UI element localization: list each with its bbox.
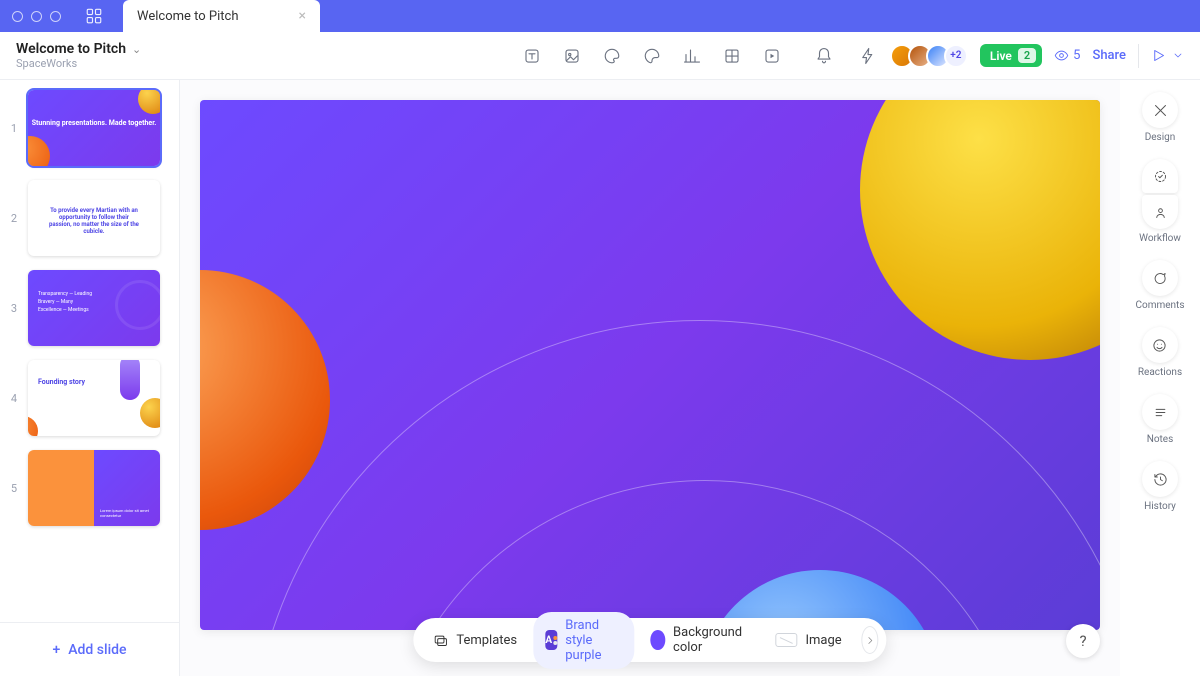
slide-number: 4 — [8, 392, 20, 405]
notes-label: Notes — [1147, 434, 1174, 445]
window-close-icon[interactable] — [12, 11, 23, 22]
traffic-lights — [12, 11, 61, 22]
notes-button[interactable] — [1142, 394, 1178, 430]
slide-row: 2 To provide every Martian with an oppor… — [8, 180, 171, 256]
background-color-button[interactable]: Background color — [638, 619, 759, 661]
design-button[interactable] — [1142, 92, 1178, 128]
share-button[interactable]: Share — [1092, 48, 1126, 63]
color-swatch-icon — [650, 630, 665, 650]
doc-title-block[interactable]: Welcome to Pitch ⌄ SpaceWorks — [16, 41, 141, 70]
orange-sphere — [200, 270, 330, 530]
right-panel: Design Workflow Comments Reactions Notes… — [1120, 80, 1200, 676]
views-count[interactable]: 5 — [1054, 48, 1080, 63]
shape-tool-button[interactable] — [596, 40, 628, 72]
image-button[interactable]: Image — [763, 627, 853, 654]
image-tool-button[interactable] — [556, 40, 588, 72]
slide-title: To provide every Martian with an opportu… — [48, 207, 140, 235]
tab-close-icon[interactable]: × — [298, 8, 305, 24]
window-maximize-icon[interactable] — [50, 11, 61, 22]
slide-canvas[interactable] — [200, 100, 1100, 630]
avatar-more: +2 — [944, 44, 968, 68]
doc-title: Welcome to Pitch — [16, 41, 126, 57]
live-label: Live — [990, 49, 1012, 63]
reactions-button[interactable] — [1142, 327, 1178, 363]
workflow-status-button[interactable] — [1142, 159, 1178, 193]
collaborator-avatars[interactable]: +2 — [896, 44, 968, 68]
plus-icon: + — [52, 642, 60, 658]
table-tool-button[interactable] — [716, 40, 748, 72]
insert-tools — [516, 40, 788, 72]
workspace-name: SpaceWorks — [16, 57, 141, 70]
floating-toolbar: Templates A Brand style purple Backgroun… — [413, 618, 886, 662]
document-tab[interactable]: Welcome to Pitch × — [123, 0, 320, 32]
design-label: Design — [1145, 132, 1176, 143]
window-minimize-icon[interactable] — [31, 11, 42, 22]
live-badge[interactable]: Live 2 — [980, 44, 1042, 67]
slide-thumbnail[interactable]: Transparency — Leading Bravery — Many Ex… — [28, 270, 160, 346]
templates-button[interactable]: Templates — [421, 627, 529, 654]
slide-number: 5 — [8, 482, 20, 495]
divider — [1138, 44, 1139, 68]
slide-thumbnail[interactable]: Stunning presentations. Made together. — [28, 90, 160, 166]
slide-number: 1 — [8, 122, 20, 135]
slide-thumbnail[interactable]: Lorem ipsum dolor sit amet consectetur — [28, 450, 160, 526]
add-slide-label: Add slide — [68, 642, 126, 658]
present-button[interactable] — [1151, 48, 1184, 63]
embed-tool-button[interactable] — [756, 40, 788, 72]
text-tool-button[interactable] — [516, 40, 548, 72]
comments-label: Comments — [1135, 300, 1184, 311]
templates-label: Templates — [456, 633, 517, 648]
help-button[interactable]: ? — [1066, 624, 1100, 658]
reactions-label: Reactions — [1138, 367, 1182, 378]
history-button[interactable] — [1142, 461, 1178, 497]
image-icon — [775, 633, 797, 647]
slide-row: 3 Transparency — Leading Bravery — Many … — [8, 270, 171, 346]
tab-title: Welcome to Pitch — [137, 9, 238, 24]
slide-number: 2 — [8, 212, 20, 225]
brand-style-button[interactable]: A Brand style purple — [533, 612, 634, 669]
live-count: 2 — [1018, 48, 1036, 63]
slide-thumbnail[interactable]: To provide every Martian with an opportu… — [28, 180, 160, 256]
canvas-area: Templates A Brand style purple Backgroun… — [180, 80, 1120, 676]
comments-button[interactable] — [1142, 260, 1178, 296]
notifications-button[interactable] — [808, 40, 840, 72]
slide-row: 1 Stunning presentations. Made together. — [8, 90, 171, 166]
slide-row: 4 Founding story — [8, 360, 171, 436]
slide-row: 5 Lorem ipsum dolor sit amet consectetur — [8, 450, 171, 526]
slides-panel: 1 Stunning presentations. Made together.… — [0, 80, 180, 676]
slide-title: Stunning presentations. Made together. — [28, 119, 160, 127]
header-toolbar: Welcome to Pitch ⌄ SpaceWorks +2 Live 2 … — [0, 32, 1200, 80]
slide-title: Founding story — [38, 378, 85, 386]
slide-number: 3 — [8, 302, 20, 315]
brand-style-label: Brand style purple — [565, 618, 622, 663]
image-label: Image — [805, 633, 841, 648]
sticker-tool-button[interactable] — [636, 40, 668, 72]
yellow-sphere — [860, 100, 1100, 360]
toolbar-expand-button[interactable] — [862, 626, 879, 654]
add-slide-button[interactable]: + Add slide — [0, 622, 179, 676]
workflow-assign-button[interactable] — [1142, 195, 1178, 229]
views-number: 5 — [1073, 48, 1080, 63]
history-label: History — [1144, 501, 1176, 512]
chevron-down-icon: ⌄ — [132, 43, 141, 56]
slide-thumbnail[interactable]: Founding story — [28, 360, 160, 436]
workflow-label: Workflow — [1139, 233, 1181, 244]
slide-content: Transparency — Leading Bravery — Many Ex… — [38, 290, 92, 314]
window-titlebar: Welcome to Pitch × — [0, 0, 1200, 32]
slides-list: 1 Stunning presentations. Made together.… — [0, 80, 179, 622]
apps-grid-icon[interactable] — [85, 7, 103, 25]
background-label: Background color — [673, 625, 747, 655]
chart-tool-button[interactable] — [676, 40, 708, 72]
quick-actions-button[interactable] — [852, 40, 884, 72]
